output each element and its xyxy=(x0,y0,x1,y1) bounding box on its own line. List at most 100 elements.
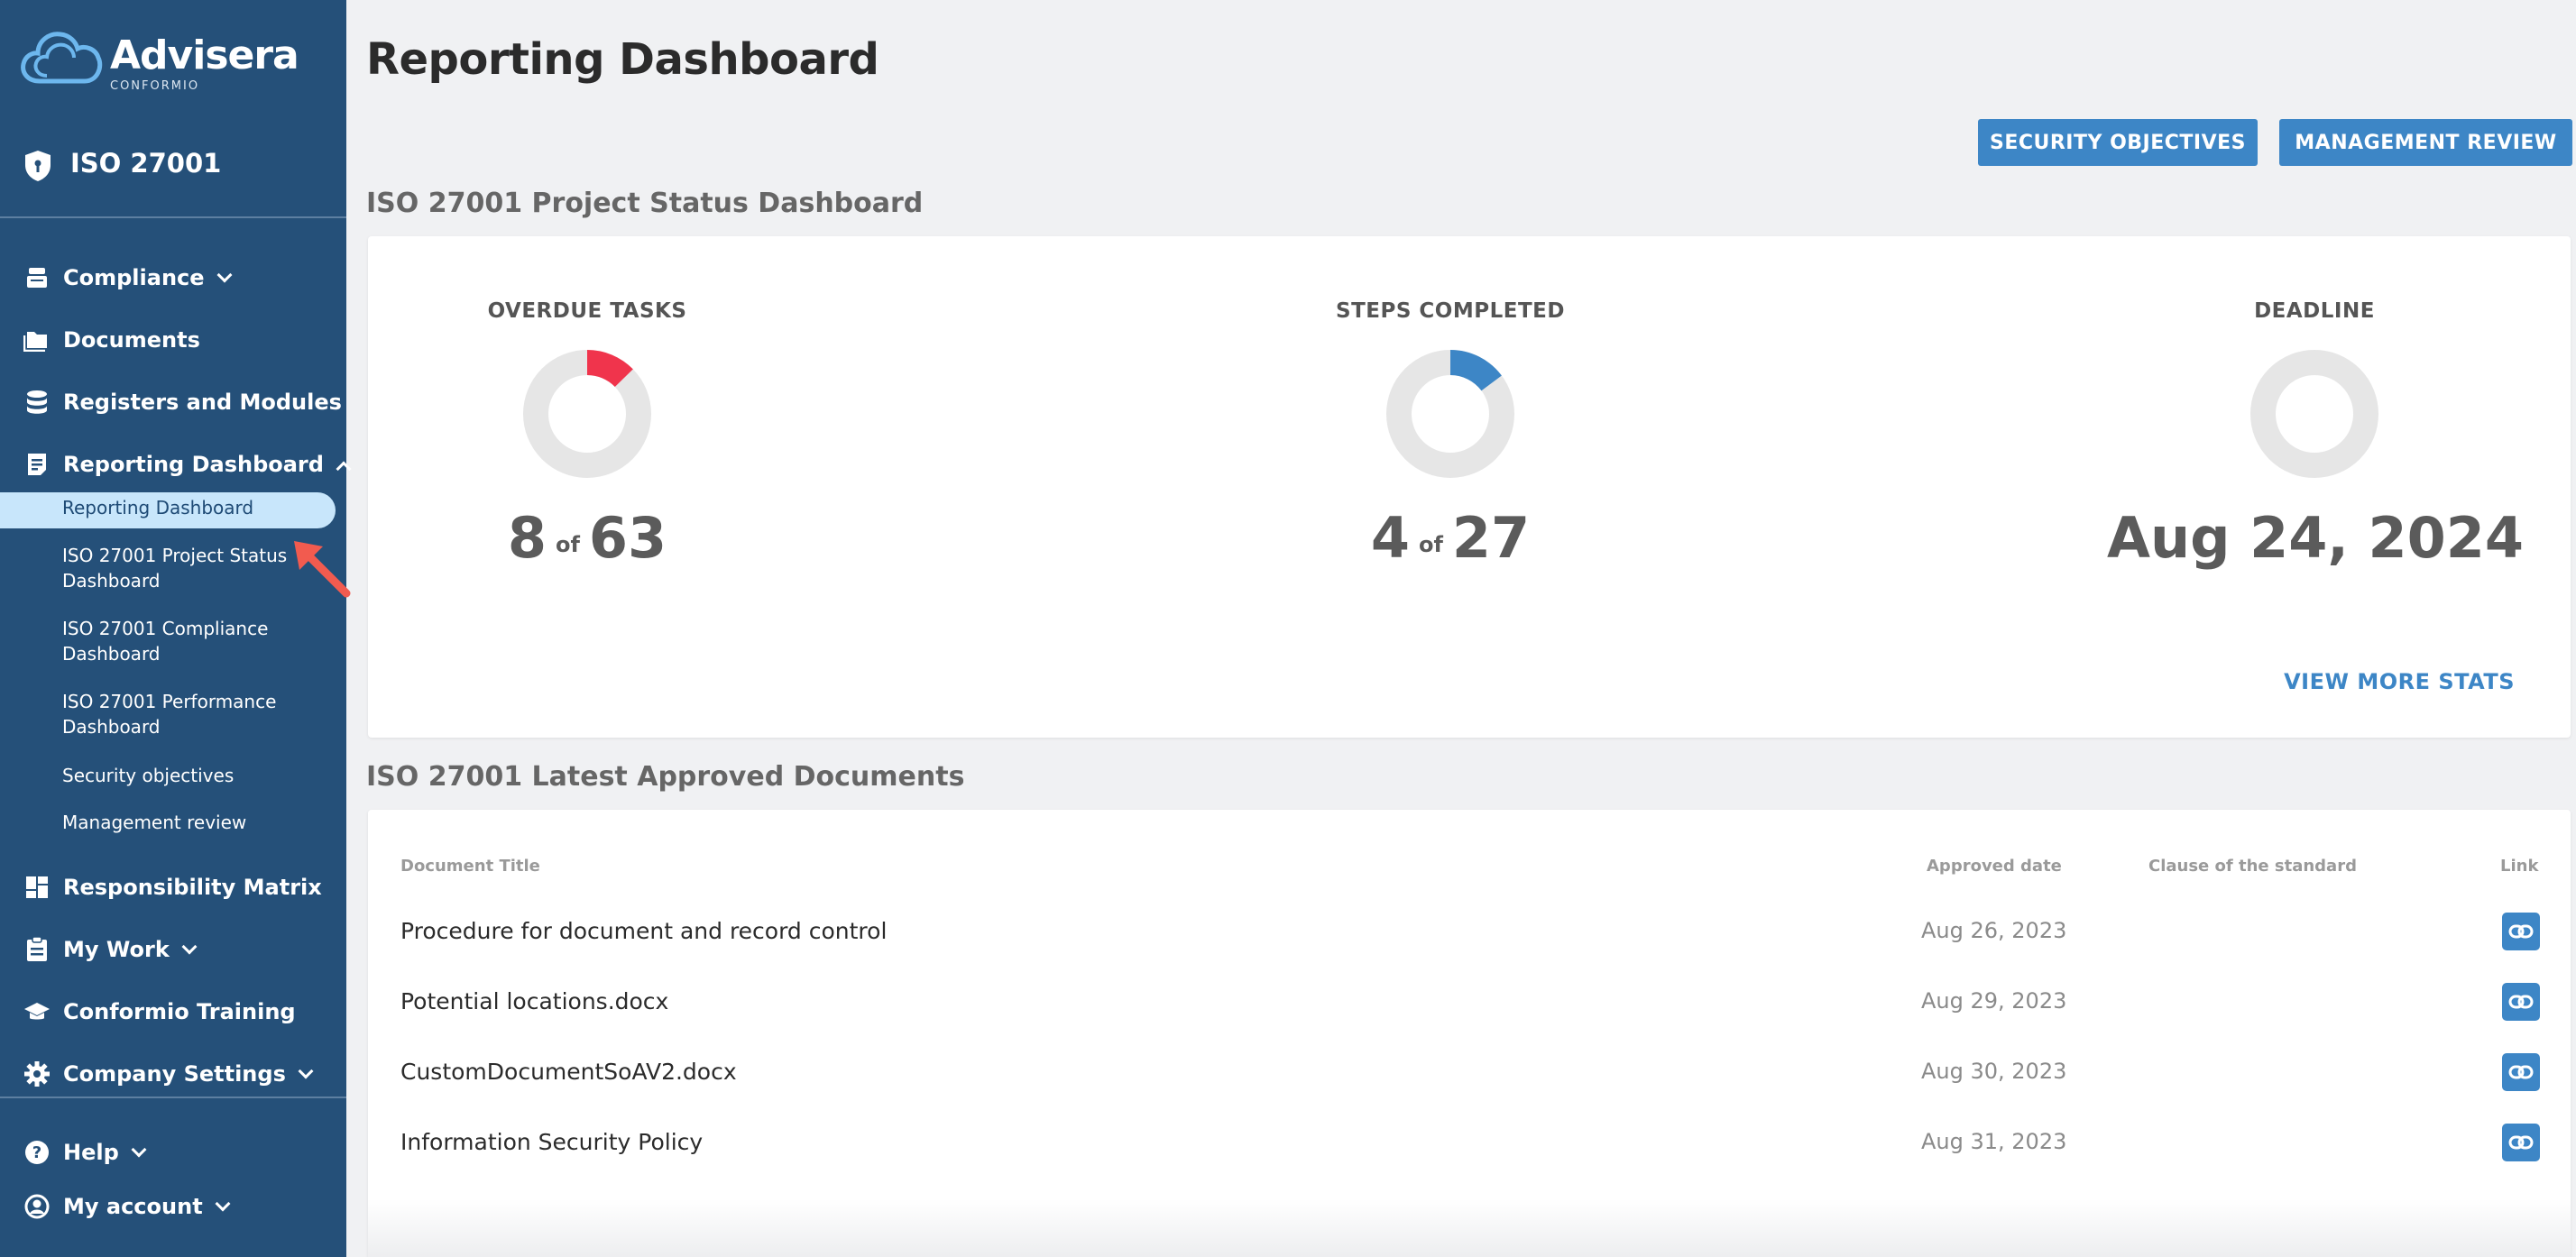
sidebar-item-my-account[interactable]: My account xyxy=(0,1181,346,1232)
stat-value: 8 of 63 xyxy=(380,505,795,571)
link-button[interactable] xyxy=(2502,1124,2540,1161)
link-button[interactable] xyxy=(2502,913,2540,950)
column-header-title: Document Title xyxy=(400,857,540,876)
sidebar-item-label: Compliance xyxy=(63,265,205,290)
deadline-donut-chart xyxy=(2250,350,2378,478)
approved-date: Aug 29, 2023 xyxy=(1921,988,2067,1014)
donut-progress-arc xyxy=(586,350,633,388)
sidebar-item-conformio-training[interactable]: Conformio Training xyxy=(0,986,346,1037)
document-title[interactable]: Information Security Policy xyxy=(400,1129,703,1155)
project-status-card: OVERDUE TASKS 8 of 63 STEPS COMPLETED 4 of 2… xyxy=(368,236,2571,738)
deadline-value: Aug 24, 2024 xyxy=(2107,505,2525,571)
sidebar-item-label: Help xyxy=(63,1140,119,1165)
clipboard-icon xyxy=(23,936,51,963)
table-row[interactable]: Procedure for document and record contro… xyxy=(368,898,2571,968)
steps-total: 27 xyxy=(1451,505,1531,571)
sidebar-item-compliance[interactable]: Compliance xyxy=(0,252,346,303)
subitem-security-objectives[interactable]: Security objectives xyxy=(0,763,346,790)
stat-label: STEPS COMPLETED xyxy=(1336,299,1565,323)
stat-label: DEADLINE xyxy=(2254,299,2375,323)
document-title[interactable]: Potential locations.docx xyxy=(400,988,668,1014)
sidebar-item-help[interactable]: ? Help xyxy=(0,1127,346,1178)
security-objectives-button[interactable]: SECURITY OBJECTIVES xyxy=(1978,119,2258,166)
documents-section-title: ISO 27001 Latest Approved Documents xyxy=(366,761,965,793)
stat-value: 4 of 27 xyxy=(1243,505,1658,571)
link-icon xyxy=(2508,924,2534,939)
subitem-compliance-dashboard[interactable]: ISO 27001 Compliance Dashboard xyxy=(0,616,346,670)
chevron-down-icon xyxy=(298,1063,314,1079)
advisera-logo[interactable]: Advisera CONFORMIO xyxy=(20,25,327,97)
sidebar-item-label: Responsibility Matrix xyxy=(63,875,322,900)
table-row[interactable]: CustomDocumentSoAV2.docx Aug 30, 2023 xyxy=(368,1039,2571,1109)
chevron-down-icon xyxy=(181,939,198,955)
subitem-management-review[interactable]: Management review xyxy=(0,810,346,837)
shield-icon xyxy=(25,151,51,181)
link-icon xyxy=(2508,1065,2534,1079)
link-icon xyxy=(2508,995,2534,1009)
document-title[interactable]: Procedure for document and record contro… xyxy=(400,918,887,944)
sidebar-item-reporting-dashboard[interactable]: Reporting Dashboard xyxy=(0,439,352,490)
sidebar-item-documents[interactable]: Documents xyxy=(0,315,346,365)
sidebar-item-my-work[interactable]: My Work xyxy=(0,924,346,975)
link-button[interactable] xyxy=(2502,983,2540,1021)
subitem-performance-dashboard[interactable]: ISO 27001 Performance Dashboard xyxy=(0,689,346,743)
stamp-icon xyxy=(23,264,51,291)
subitem-reporting-dashboard[interactable]: Reporting Dashboard xyxy=(0,492,336,528)
donut-progress-arc xyxy=(1449,350,1502,391)
brand-subtitle: CONFORMIO xyxy=(110,79,200,93)
steps-count: 4 xyxy=(1370,505,1410,571)
link-icon xyxy=(2508,1135,2534,1150)
sidebar-item-label: Company Settings xyxy=(63,1061,286,1087)
sidebar-item-company-settings[interactable]: Company Settings xyxy=(0,1049,346,1099)
subitem-label: Management review xyxy=(62,812,247,833)
view-more-stats-link[interactable]: VIEW MORE STATS xyxy=(2284,669,2515,694)
standard-label: ISO 27001 xyxy=(70,148,222,179)
chevron-down-icon xyxy=(216,267,233,283)
subitem-label: Security objectives xyxy=(62,765,235,786)
sidebar: Advisera CONFORMIO ISO 27001 Compliance … xyxy=(0,0,352,1257)
chevron-up-icon xyxy=(336,461,352,477)
report-icon xyxy=(23,451,51,478)
brand-name: Advisera xyxy=(110,32,299,78)
database-icon xyxy=(23,389,51,416)
approved-date: Aug 26, 2023 xyxy=(1921,918,2067,943)
sidebar-item-label: My Work xyxy=(63,937,170,962)
management-review-button[interactable]: MANAGEMENT REVIEW xyxy=(2279,119,2572,166)
sidebar-item-registers[interactable]: Registers and Modules xyxy=(0,377,346,427)
user-circle-icon xyxy=(23,1193,51,1220)
sidebar-item-label: Registers and Modules xyxy=(63,390,342,415)
stat-deadline[interactable]: DEADLINE Aug 24, 2024 xyxy=(2107,299,2525,571)
cloud-logo-icon xyxy=(21,32,103,84)
subitem-label: ISO 27001 Compliance Dashboard xyxy=(62,618,269,665)
approved-date: Aug 31, 2023 xyxy=(1921,1129,2067,1154)
column-header-approved-date: Approved date xyxy=(1927,857,2062,876)
link-button[interactable] xyxy=(2502,1053,2540,1091)
stat-overdue-tasks[interactable]: OVERDUE TASKS 8 of 63 xyxy=(380,299,795,571)
sidebar-divider xyxy=(0,1096,346,1098)
sidebar-item-responsibility-matrix[interactable]: Responsibility Matrix xyxy=(0,862,346,913)
overdue-count: 8 xyxy=(507,505,547,571)
donut-track xyxy=(2250,350,2378,478)
chevron-down-icon xyxy=(131,1142,147,1158)
gear-icon xyxy=(23,1060,51,1087)
sidebar-item-label: Reporting Dashboard xyxy=(63,452,324,477)
column-header-link: Link xyxy=(2500,857,2539,876)
table-row[interactable]: Information Security Policy Aug 31, 2023 xyxy=(368,1109,2571,1179)
chevron-down-icon xyxy=(215,1196,231,1212)
of-label: of xyxy=(555,532,580,557)
dashboard-grid-icon xyxy=(23,874,51,901)
of-label: of xyxy=(1418,532,1443,557)
subitem-label: ISO 27001 Performance Dashboard xyxy=(62,691,277,738)
table-row[interactable]: Potential locations.docx Aug 29, 2023 xyxy=(368,968,2571,1039)
document-title[interactable]: CustomDocumentSoAV2.docx xyxy=(400,1059,737,1085)
sidebar-item-label: Conformio Training xyxy=(63,999,296,1024)
project-status-section-title: ISO 27001 Project Status Dashboard xyxy=(366,188,924,219)
stat-steps-completed[interactable]: STEPS COMPLETED 4 of 27 xyxy=(1243,299,1658,571)
overdue-donut-chart xyxy=(523,350,651,478)
svg-text:?: ? xyxy=(32,1143,41,1162)
folder-icon xyxy=(23,326,51,353)
graduation-cap-icon xyxy=(23,998,51,1025)
annotation-arrow-icon xyxy=(294,541,351,598)
steps-donut-chart xyxy=(1386,350,1514,478)
standard-selector[interactable]: ISO 27001 xyxy=(0,126,346,218)
